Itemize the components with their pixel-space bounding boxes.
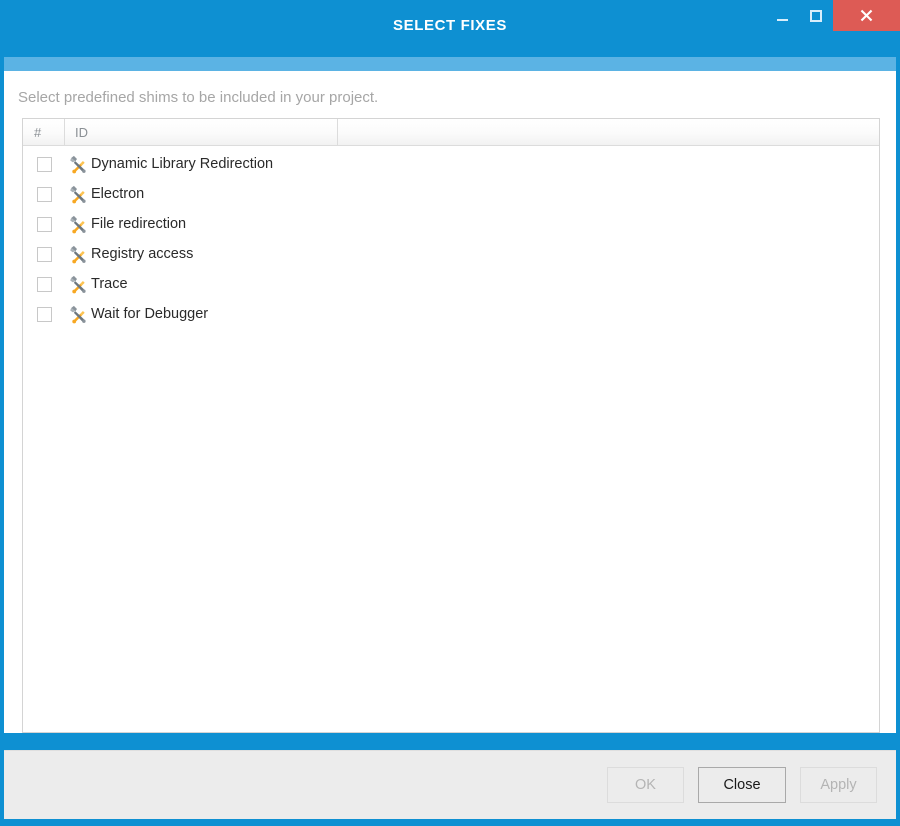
table-row[interactable]: Trace <box>23 269 879 299</box>
row-checkbox[interactable] <box>37 187 52 202</box>
window-bottom-edge <box>0 819 900 826</box>
row-checkbox[interactable] <box>37 217 52 232</box>
accent-band <box>4 57 896 71</box>
minimize-button[interactable] <box>765 0 799 31</box>
apply-button[interactable]: Apply <box>800 767 877 803</box>
window-controls <box>765 0 900 31</box>
row-checkbox[interactable] <box>37 307 52 322</box>
column-header-number[interactable]: # <box>23 119 65 145</box>
row-checkbox-cell <box>23 307 65 322</box>
column-header-id[interactable]: ID <box>65 119 338 145</box>
table-row[interactable]: Dynamic Library Redirection <box>23 149 879 179</box>
row-icon-cell <box>65 155 91 174</box>
tools-icon <box>69 185 88 204</box>
list-header: # ID <box>23 119 879 146</box>
select-fixes-dialog: SELECT FIXES Select predefined shims to … <box>0 0 900 826</box>
tools-icon <box>69 275 88 294</box>
page-title: SELECT FIXES <box>393 17 507 34</box>
row-label: Registry access <box>91 246 193 262</box>
tools-icon <box>69 215 88 234</box>
row-checkbox-cell <box>23 217 65 232</box>
row-checkbox-cell <box>23 277 65 292</box>
title-bar: SELECT FIXES <box>0 0 900 57</box>
dialog-content: Select predefined shims to be included i… <box>4 71 896 733</box>
row-checkbox[interactable] <box>37 277 52 292</box>
row-checkbox[interactable] <box>37 247 52 262</box>
table-row[interactable]: Registry access <box>23 239 879 269</box>
maximize-button[interactable] <box>799 0 833 31</box>
row-icon-cell <box>65 275 91 294</box>
column-header-filler <box>338 119 879 145</box>
row-label: Dynamic Library Redirection <box>91 156 273 172</box>
tools-icon <box>69 245 88 264</box>
tools-icon <box>69 155 88 174</box>
row-label: Wait for Debugger <box>91 306 208 322</box>
row-label: Trace <box>91 276 128 292</box>
close-button[interactable]: Close <box>698 767 786 803</box>
row-label: File redirection <box>91 216 186 232</box>
tools-icon <box>69 305 88 324</box>
dialog-footer: OK Close Apply <box>4 750 896 819</box>
close-icon <box>859 8 874 23</box>
list-body: Dynamic Library Redirection Electron File … <box>23 146 879 732</box>
row-checkbox-cell <box>23 187 65 202</box>
row-icon-cell <box>65 215 91 234</box>
table-row[interactable]: File redirection <box>23 209 879 239</box>
close-window-button[interactable] <box>833 0 900 31</box>
row-checkbox[interactable] <box>37 157 52 172</box>
table-row[interactable]: Electron <box>23 179 879 209</box>
row-checkbox-cell <box>23 247 65 262</box>
row-icon-cell <box>65 185 91 204</box>
minimize-icon <box>777 19 788 21</box>
row-label: Electron <box>91 186 144 202</box>
fixes-list-panel: # ID Dynamic Library Redirection Electron… <box>22 118 880 733</box>
row-checkbox-cell <box>23 157 65 172</box>
ok-button[interactable]: OK <box>607 767 684 803</box>
table-row[interactable]: Wait for Debugger <box>23 299 879 329</box>
row-icon-cell <box>65 305 91 324</box>
row-icon-cell <box>65 245 91 264</box>
maximize-icon <box>810 10 822 22</box>
instruction-text: Select predefined shims to be included i… <box>4 71 896 118</box>
